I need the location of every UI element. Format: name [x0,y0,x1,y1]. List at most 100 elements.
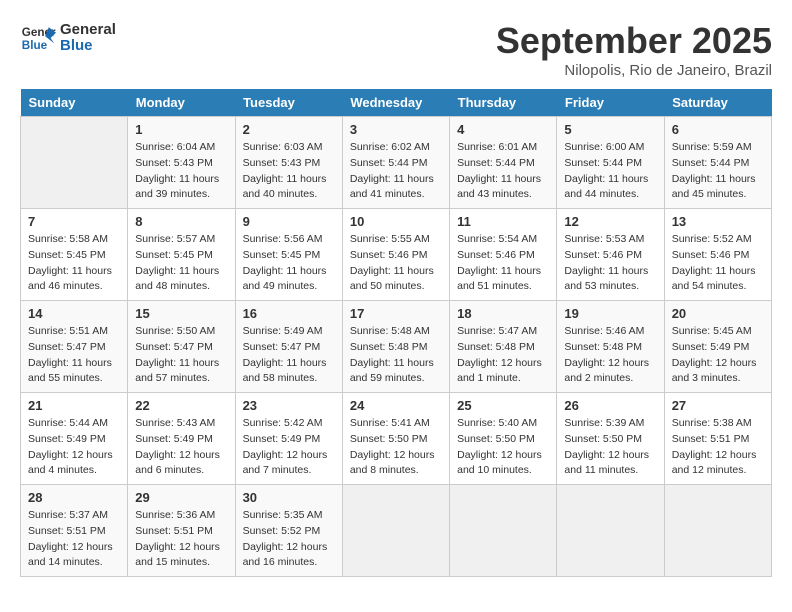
logo: General Blue General Blue [20,20,116,56]
calendar-cell [557,485,664,577]
calendar-cell [450,485,557,577]
day-number: 16 [243,306,335,321]
calendar-cell: 3 Sunrise: 6:02 AMSunset: 5:44 PMDaylight… [342,117,449,209]
header-day: Friday [557,89,664,117]
calendar-cell: 1Sunrise: 6:04 AMSunset: 5:43 PMDaylight… [128,117,235,209]
calendar-cell: 2 Sunrise: 6:03 AMSunset: 5:43 PMDaylight… [235,117,342,209]
calendar-cell: 30 Sunrise: 5:35 AMSunset: 5:52 PMDayligh… [235,485,342,577]
day-info: Sunrise: 6:04 AMSunset: 5:43 PMDaylight:… [135,140,227,203]
calendar-cell: 12 Sunrise: 5:53 AMSunset: 5:46 PMDayligh… [557,209,664,301]
day-number: 8 [135,214,227,229]
calendar-cell: 8 Sunrise: 5:57 AMSunset: 5:45 PMDaylight… [128,209,235,301]
day-info: Sunrise: 5:55 AMSunset: 5:46 PMDaylight:… [350,232,442,295]
header-row: SundayMondayTuesdayWednesdayThursdayFrid… [21,89,772,117]
day-number: 5 [564,122,656,137]
day-number: 27 [672,398,764,413]
svg-text:Blue: Blue [22,39,48,52]
day-info: Sunrise: 5:47 AMSunset: 5:48 PMDaylight:… [457,324,549,387]
calendar-cell: 26Sunrise: 5:39 AMSunset: 5:50 PMDayligh… [557,393,664,485]
day-number: 6 [672,122,764,137]
day-info: Sunrise: 5:35 AMSunset: 5:52 PMDaylight:… [243,508,335,571]
month-title: September 2025 [496,20,772,62]
calendar-cell: 22Sunrise: 5:43 AMSunset: 5:49 PMDayligh… [128,393,235,485]
day-info: Sunrise: 5:40 AMSunset: 5:50 PMDaylight:… [457,416,549,479]
day-info: Sunrise: 6:00 AMSunset: 5:44 PMDaylight:… [564,140,656,203]
calendar-cell: 23 Sunrise: 5:42 AMSunset: 5:49 PMDayligh… [235,393,342,485]
calendar-cell: 13 Sunrise: 5:52 AMSunset: 5:46 PMDayligh… [664,209,771,301]
day-info: Sunrise: 6:01 AMSunset: 5:44 PMDaylight:… [457,140,549,203]
day-info: Sunrise: 5:45 AMSunset: 5:49 PMDaylight:… [672,324,764,387]
calendar-week-row: 21Sunrise: 5:44 AMSunset: 5:49 PMDayligh… [21,393,772,485]
calendar-week-row: 28Sunrise: 5:37 AMSunset: 5:51 PMDayligh… [21,485,772,577]
day-number: 12 [564,214,656,229]
day-number: 4 [457,122,549,137]
day-number: 10 [350,214,442,229]
day-info: Sunrise: 5:38 AMSunset: 5:51 PMDaylight:… [672,416,764,479]
day-info: Sunrise: 5:52 AMSunset: 5:46 PMDaylight:… [672,232,764,295]
day-number: 23 [243,398,335,413]
calendar-body: 1Sunrise: 6:04 AMSunset: 5:43 PMDaylight… [21,117,772,577]
calendar-table: SundayMondayTuesdayWednesdayThursdayFrid… [20,89,772,577]
day-info: Sunrise: 6:02 AMSunset: 5:44 PMDaylight:… [350,140,442,203]
calendar-cell: 10 Sunrise: 5:55 AMSunset: 5:46 PMDayligh… [342,209,449,301]
calendar-cell: 17 Sunrise: 5:48 AMSunset: 5:48 PMDayligh… [342,301,449,393]
day-number: 30 [243,490,335,505]
day-info: Sunrise: 5:46 AMSunset: 5:48 PMDaylight:… [564,324,656,387]
calendar-week-row: 14 Sunrise: 5:51 AMSunset: 5:47 PMDayligh… [21,301,772,393]
location: Nilopolis, Rio de Janeiro, Brazil [496,62,772,79]
calendar-cell: 29Sunrise: 5:36 AMSunset: 5:51 PMDayligh… [128,485,235,577]
calendar-cell: 21Sunrise: 5:44 AMSunset: 5:49 PMDayligh… [21,393,128,485]
day-info: Sunrise: 5:59 AMSunset: 5:44 PMDaylight:… [672,140,764,203]
day-number: 18 [457,306,549,321]
day-number: 14 [28,306,120,321]
calendar-cell: 15 Sunrise: 5:50 AMSunset: 5:47 PMDayligh… [128,301,235,393]
day-number: 2 [243,122,335,137]
day-info: Sunrise: 5:57 AMSunset: 5:45 PMDaylight:… [135,232,227,295]
day-number: 9 [243,214,335,229]
day-number: 13 [672,214,764,229]
calendar-week-row: 1Sunrise: 6:04 AMSunset: 5:43 PMDaylight… [21,117,772,209]
day-number: 21 [28,398,120,413]
logo-text-general: General [60,22,116,39]
calendar-cell: 24 Sunrise: 5:41 AMSunset: 5:50 PMDayligh… [342,393,449,485]
day-number: 24 [350,398,442,413]
calendar-cell: 20 Sunrise: 5:45 AMSunset: 5:49 PMDayligh… [664,301,771,393]
day-info: Sunrise: 5:41 AMSunset: 5:50 PMDaylight:… [350,416,442,479]
day-info: Sunrise: 5:42 AMSunset: 5:49 PMDaylight:… [243,416,335,479]
logo-text-blue: Blue [60,38,116,55]
calendar-cell: 16Sunrise: 5:49 AMSunset: 5:47 PMDayligh… [235,301,342,393]
day-info: Sunrise: 5:48 AMSunset: 5:48 PMDaylight:… [350,324,442,387]
calendar-cell [21,117,128,209]
header-day: Sunday [21,89,128,117]
day-number: 22 [135,398,227,413]
day-number: 11 [457,214,549,229]
day-number: 28 [28,490,120,505]
day-info: Sunrise: 5:50 AMSunset: 5:47 PMDaylight:… [135,324,227,387]
calendar-cell: 27 Sunrise: 5:38 AMSunset: 5:51 PMDayligh… [664,393,771,485]
header-day: Wednesday [342,89,449,117]
calendar-cell: 5 Sunrise: 6:00 AMSunset: 5:44 PMDaylight… [557,117,664,209]
calendar-cell: 7Sunrise: 5:58 AMSunset: 5:45 PMDaylight… [21,209,128,301]
day-number: 3 [350,122,442,137]
day-number: 20 [672,306,764,321]
calendar-cell [664,485,771,577]
day-number: 15 [135,306,227,321]
day-info: Sunrise: 6:03 AMSunset: 5:43 PMDaylight:… [243,140,335,203]
calendar-cell [342,485,449,577]
header-day: Tuesday [235,89,342,117]
day-info: Sunrise: 5:54 AMSunset: 5:46 PMDaylight:… [457,232,549,295]
day-number: 17 [350,306,442,321]
calendar-cell: 28Sunrise: 5:37 AMSunset: 5:51 PMDayligh… [21,485,128,577]
calendar-cell: 18 Sunrise: 5:47 AMSunset: 5:48 PMDayligh… [450,301,557,393]
day-number: 19 [564,306,656,321]
calendar-week-row: 7Sunrise: 5:58 AMSunset: 5:45 PMDaylight… [21,209,772,301]
header-day: Saturday [664,89,771,117]
day-info: Sunrise: 5:56 AMSunset: 5:45 PMDaylight:… [243,232,335,295]
day-info: Sunrise: 5:53 AMSunset: 5:46 PMDaylight:… [564,232,656,295]
logo-icon: General Blue [20,20,56,56]
day-info: Sunrise: 5:36 AMSunset: 5:51 PMDaylight:… [135,508,227,571]
calendar-cell: 25Sunrise: 5:40 AMSunset: 5:50 PMDayligh… [450,393,557,485]
calendar-cell: 19 Sunrise: 5:46 AMSunset: 5:48 PMDayligh… [557,301,664,393]
day-number: 7 [28,214,120,229]
day-info: Sunrise: 5:51 AMSunset: 5:47 PMDaylight:… [28,324,120,387]
